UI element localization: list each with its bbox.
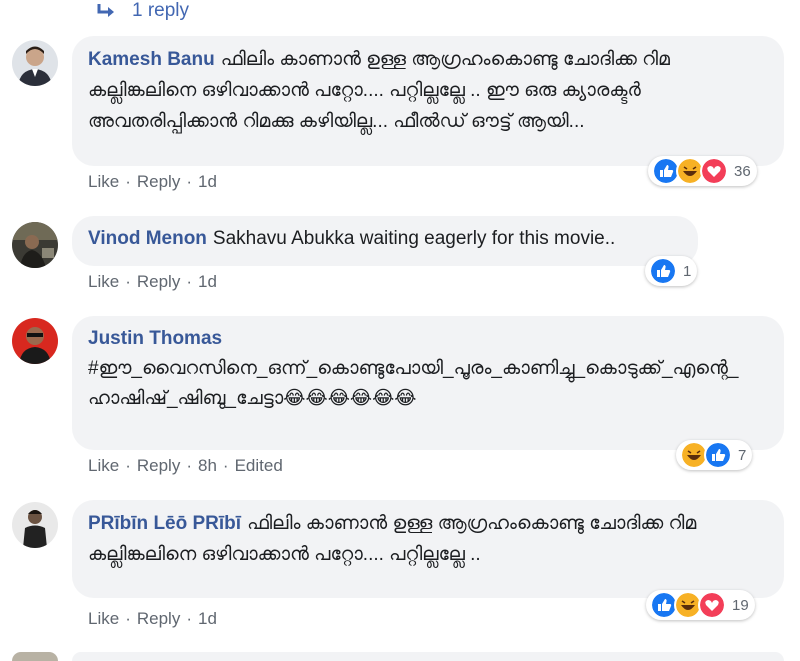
- separator-dot: ·: [186, 456, 192, 475]
- like-reaction-icon: [704, 441, 732, 469]
- comment-actions: Like · Reply · 8h · Edited: [88, 456, 283, 476]
- separator-dot: ·: [125, 272, 131, 291]
- separator-dot: ·: [125, 172, 131, 191]
- reply-arrow-icon: [97, 4, 114, 17]
- comment-author[interactable]: Kamesh Banu: [88, 49, 215, 70]
- comment-timestamp[interactable]: 8h: [198, 456, 217, 476]
- avatar[interactable]: [12, 40, 58, 86]
- comment-text: Sakhavu Abukka waiting eagerly for this …: [212, 228, 616, 249]
- reaction-count: 7: [738, 446, 747, 464]
- comment-bubble: PRībīn Lēō PRībī ഫിലിം കാണാൻ ഉള്ള ആഗ്രഹംക…: [72, 500, 784, 598]
- profile-photo: [12, 40, 58, 86]
- comment-actions: Like · Reply · 1d: [88, 172, 217, 192]
- edited-label[interactable]: Edited: [235, 456, 283, 476]
- reaction-summary[interactable]: 19: [646, 590, 755, 620]
- profile-photo: [12, 222, 58, 268]
- separator-dot: ·: [125, 456, 131, 475]
- comment-bubble: Justin Thomas #ഈ_വൈറസിനെ_ഒന്ന്_കൊണ്ടുപോയ…: [72, 316, 784, 450]
- comment-body: Kamesh Banu ഫിലിം കാണാൻ ഉള്ള ആഗ്രഹംകൊണ്ടു…: [88, 44, 768, 137]
- like-reaction-icon: [649, 257, 677, 285]
- comment-author[interactable]: PRībīn Lēō PRībī: [88, 513, 241, 534]
- comment-actions: Like · Reply · 1d: [88, 609, 217, 629]
- like-link[interactable]: Like: [88, 456, 119, 476]
- separator-dot: ·: [186, 272, 192, 291]
- comment-bubble: [72, 652, 784, 661]
- comment-timestamp[interactable]: 1d: [198, 272, 217, 292]
- like-link[interactable]: Like: [88, 172, 119, 192]
- comment-bubble: Kamesh Banu ഫിലിം കാണാൻ ഉള്ള ആഗ്രഹംകൊണ്ടു…: [72, 36, 784, 166]
- reaction-count: 1: [683, 262, 692, 280]
- comment-author[interactable]: Vinod Menon: [88, 228, 207, 249]
- comment-timestamp[interactable]: 1d: [198, 172, 217, 192]
- separator-dot: ·: [186, 172, 192, 191]
- comment-text: #ഈ_വൈറസിനെ_ഒന്ന്_കൊണ്ടുപോയി_പൂരം_കാണിച്ച…: [88, 358, 739, 409]
- separator-dot: ·: [222, 456, 229, 475]
- reaction-count: 19: [732, 596, 749, 614]
- view-replies-label[interactable]: 1 reply: [132, 0, 189, 22]
- avatar[interactable]: [12, 318, 58, 364]
- like-link[interactable]: Like: [88, 272, 119, 292]
- profile-photo: [12, 318, 58, 364]
- reaction-count: 36: [734, 162, 751, 180]
- comment-body: PRībīn Lēō PRībī ഫിലിം കാണാൻ ഉള്ള ആഗ്രഹംക…: [88, 508, 768, 570]
- reply-link[interactable]: Reply: [137, 172, 180, 192]
- comment-actions: Like · Reply · 1d: [88, 272, 217, 292]
- reply-link[interactable]: Reply: [137, 456, 180, 476]
- comment-body: Vinod Menon Sakhavu Abukka waiting eagerl…: [88, 224, 682, 254]
- profile-photo: [12, 502, 58, 548]
- separator-dot: ·: [186, 609, 192, 628]
- avatar[interactable]: [12, 502, 58, 548]
- love-reaction-icon: [700, 157, 728, 185]
- separator-dot: ·: [125, 609, 131, 628]
- comment-bubble: Vinod Menon Sakhavu Abukka waiting eagerl…: [72, 216, 698, 266]
- reaction-summary[interactable]: 36: [648, 156, 757, 186]
- reaction-summary[interactable]: 7: [676, 440, 753, 470]
- like-link[interactable]: Like: [88, 609, 119, 629]
- avatar[interactable]: [12, 222, 58, 268]
- comment-body: Justin Thomas #ഈ_വൈറസിനെ_ഒന്ന്_കൊണ്ടുപോയ…: [88, 324, 768, 414]
- reply-link[interactable]: Reply: [137, 609, 180, 629]
- reply-link[interactable]: Reply: [137, 272, 180, 292]
- reaction-summary[interactable]: 1: [645, 256, 698, 286]
- comment-author[interactable]: Justin Thomas: [88, 324, 762, 354]
- view-replies-link[interactable]: 1 reply: [96, 0, 189, 22]
- comment-timestamp[interactable]: 1d: [198, 609, 217, 629]
- love-reaction-icon: [698, 591, 726, 619]
- avatar[interactable]: [12, 652, 58, 661]
